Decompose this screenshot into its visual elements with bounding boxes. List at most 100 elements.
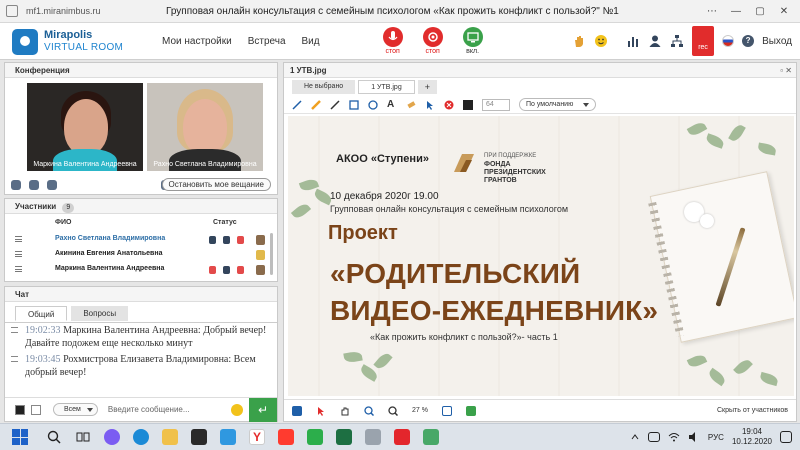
- drag-handle-icon[interactable]: [15, 266, 22, 272]
- tab-general[interactable]: Общий: [15, 306, 68, 321]
- app-toolbar: Mirapolis VIRTUAL ROOM Мои настройки Вст…: [0, 23, 800, 60]
- text-color-icon[interactable]: [15, 404, 25, 415]
- raise-hand-icon[interactable]: [572, 34, 586, 48]
- hand-icon[interactable]: [340, 406, 350, 416]
- share-status-icon: [237, 266, 244, 274]
- zoom-in-icon[interactable]: [364, 405, 375, 416]
- chat-app-icon[interactable]: [423, 429, 439, 445]
- camera-toggle[interactable]: стоп: [420, 27, 446, 55]
- participant-name: Рахно Светлана Владимировна: [55, 235, 166, 242]
- task-view-icon[interactable]: [75, 429, 91, 445]
- add-tab-button[interactable]: +: [417, 80, 437, 94]
- store-app-icon[interactable]: [191, 429, 207, 445]
- network-icon[interactable]: [670, 34, 684, 48]
- camera-small-icon[interactable]: [47, 180, 57, 190]
- ellipse-tool-icon[interactable]: [368, 99, 378, 110]
- search-icon[interactable]: [46, 429, 62, 445]
- menu-item-meeting[interactable]: Встреча: [248, 36, 286, 47]
- font-dropdown[interactable]: По умолчанию: [519, 98, 597, 111]
- excel-icon[interactable]: [336, 429, 352, 445]
- audience-select[interactable]: Всем: [53, 403, 98, 416]
- drag-handle-icon[interactable]: [15, 251, 22, 257]
- screen-share-toggle[interactable]: вкл.: [460, 27, 486, 55]
- participant-row[interactable]: Маркина Валентина Андреевна: [5, 263, 267, 277]
- participant-name: Акинина Евгения Анатольевна: [55, 250, 163, 257]
- volume-icon[interactable]: [688, 432, 700, 442]
- battery-icon[interactable]: [647, 432, 660, 442]
- yandex-app-icon[interactable]: [278, 429, 294, 445]
- emoji-icon[interactable]: [231, 403, 243, 416]
- menu-item-view[interactable]: Вид: [302, 36, 320, 47]
- send-button[interactable]: ↵: [249, 397, 277, 422]
- microphone-small-icon[interactable]: [29, 180, 39, 190]
- file-explorer-icon[interactable]: [162, 429, 178, 445]
- hide-from-participants-button[interactable]: Скрыть от участников: [717, 407, 788, 414]
- participant-row[interactable]: Рахно Светлана Владимировна: [5, 233, 267, 247]
- wifi-icon[interactable]: [668, 432, 680, 442]
- text-tool-icon[interactable]: A: [387, 99, 397, 110]
- color-swatch-icon[interactable]: [463, 99, 473, 110]
- tab-questions[interactable]: Вопросы: [71, 306, 129, 321]
- yandex-browser-icon[interactable]: Y: [249, 429, 265, 445]
- tab-not-selected[interactable]: Не выбрано: [292, 80, 356, 94]
- line-tool-icon[interactable]: [292, 99, 302, 110]
- minimize-icon[interactable]: —: [724, 6, 748, 17]
- participants-scrollbar[interactable]: [270, 233, 273, 275]
- decor-cotton: [700, 214, 714, 228]
- edge-browser-icon[interactable]: [133, 429, 149, 445]
- browser-url[interactable]: mf1.miranimbus.ru: [26, 6, 126, 16]
- record-button[interactable]: rec: [692, 26, 715, 56]
- chart-icon[interactable]: [626, 34, 640, 48]
- stop-broadcast-button[interactable]: Остановить мое вещание: [161, 178, 271, 191]
- participant-row[interactable]: Акинина Евгения Анатольевна: [5, 248, 267, 262]
- taskbar-apps: Y: [46, 429, 439, 445]
- fit-icon[interactable]: [441, 405, 452, 416]
- rectangle-tool-icon[interactable]: [349, 99, 359, 110]
- size-stepper[interactable]: 64: [482, 98, 510, 111]
- video-tile-2[interactable]: Рахно Светлана Владимировна: [147, 83, 263, 171]
- video-tile-1[interactable]: Маркина Валентина Андреевна: [27, 83, 143, 171]
- pointer-icon[interactable]: [316, 406, 326, 416]
- emoji-icon[interactable]: [594, 34, 608, 48]
- pointer-tool-icon[interactable]: [425, 100, 435, 110]
- language-indicator[interactable]: РУС: [708, 433, 724, 442]
- chat-message-input[interactable]: Введите сообщение...: [108, 405, 228, 414]
- document-header: 1 УТВ.jpg ▫ ✕: [284, 63, 796, 78]
- system-clock[interactable]: 19:04 10.12.2020: [732, 427, 772, 447]
- help-icon[interactable]: ?: [742, 35, 755, 47]
- avatar: [256, 265, 265, 275]
- video-name-1: Маркина Валентина Андреевна: [33, 161, 137, 168]
- document-window-buttons[interactable]: ▫ ✕: [780, 63, 792, 78]
- chevron-up-icon[interactable]: [630, 432, 640, 442]
- notifications-icon[interactable]: [780, 431, 792, 443]
- decor-notebook: [648, 171, 794, 343]
- menu-item-settings[interactable]: Мои настройки: [162, 36, 232, 47]
- close-icon[interactable]: ✕: [772, 6, 796, 17]
- exit-button[interactable]: Выход: [762, 36, 792, 47]
- tab-document[interactable]: 1 УТВ.jpg: [358, 80, 415, 94]
- maximize-icon[interactable]: ▢: [748, 6, 772, 17]
- background-color-icon[interactable]: [31, 404, 41, 415]
- zoom-level[interactable]: 27 %: [412, 407, 428, 414]
- pen-icon[interactable]: [292, 405, 302, 416]
- l-app-icon[interactable]: [220, 429, 236, 445]
- browser-menu-icon[interactable]: ⋯: [700, 6, 724, 17]
- pdf-reader-icon[interactable]: [394, 429, 410, 445]
- drag-handle-icon[interactable]: [15, 236, 22, 242]
- clear-icon[interactable]: [444, 100, 454, 110]
- image-viewer-icon[interactable]: [307, 429, 323, 445]
- eraser-tool-icon[interactable]: [406, 100, 416, 110]
- user-icon[interactable]: [648, 34, 662, 48]
- settings-icon[interactable]: [11, 180, 21, 190]
- zoom-out-icon[interactable]: [388, 405, 399, 416]
- mic-toggle[interactable]: стоп: [380, 27, 406, 55]
- document-title: 1 УТВ.jpg: [290, 66, 327, 75]
- calculator-icon[interactable]: [365, 429, 381, 445]
- slide-org: АКОО «Ступени»: [336, 153, 429, 165]
- pen-tool-icon[interactable]: [330, 99, 340, 110]
- windows-start-icon[interactable]: [12, 429, 28, 445]
- language-flag-icon[interactable]: [722, 35, 735, 47]
- marker-tool-icon[interactable]: [311, 99, 321, 110]
- fullscreen-icon[interactable]: [465, 405, 476, 416]
- assistant-app-icon[interactable]: [104, 429, 120, 445]
